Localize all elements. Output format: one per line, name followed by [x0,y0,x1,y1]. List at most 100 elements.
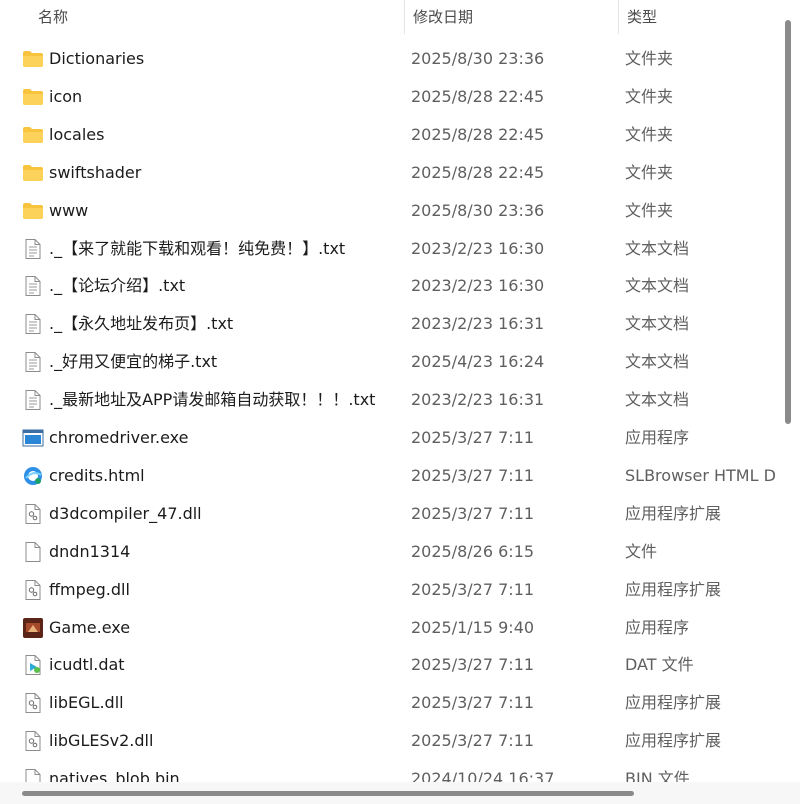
dll-file-icon [22,693,44,714]
browser-icon [22,466,44,486]
file-modified-date: 2025/3/27 7:11 [411,731,535,751]
file-row[interactable]: swiftshader 2025/8/28 22:45 文件夹 [0,154,778,192]
file-modified-date: 2024/10/24 16:37 [411,769,555,782]
file-row[interactable]: Game.exe 2025/1/15 9:40 应用程序 [0,609,778,647]
file-name: icon [49,86,83,106]
blank-file-icon [22,541,44,562]
file-modified-date: 2025/8/26 6:15 [411,541,535,561]
file-row[interactable]: ._最新地址及APP请发邮箱自动获取！！！.txt 2023/2/23 16:31… [0,381,778,419]
vertical-scrollbar-thumb[interactable] [785,20,791,424]
file-type: 文本文档 [625,276,690,296]
file-name: dndn1314 [49,541,131,561]
file-modified-date: 2025/3/27 7:11 [411,579,535,599]
file-name: libGLESv2.dll [49,731,154,751]
folder-icon [22,201,44,221]
file-name: libEGL.dll [49,693,124,713]
file-row[interactable]: ._好用又便宜的梯子.txt 2025/4/23 16:24 文本文档 [0,343,778,381]
exe-window-icon [22,428,44,448]
text-file-icon [22,276,44,297]
file-type: 应用程序扩展 [625,731,722,751]
dll-file-icon [22,731,44,752]
media-file-icon [22,655,44,676]
file-modified-date: 2025/8/28 22:45 [411,124,545,144]
file-name: swiftshader [49,162,142,182]
file-row[interactable]: natives_blob.bin 2024/10/24 16:37 BIN 文件 [0,760,778,782]
file-row[interactable]: dndn1314 2025/8/26 6:15 文件 [0,533,778,571]
column-header-type[interactable]: 类型 [618,0,778,34]
column-header-bar: ^ 名称 修改日期 类型 [0,0,778,34]
file-type: 应用程序扩展 [625,579,722,599]
file-row[interactable]: credits.html 2025/3/27 7:11 SLBrowser HTML… [0,457,778,495]
file-row[interactable]: www 2025/8/30 23:36 文件夹 [0,192,778,230]
file-modified-date: 2025/3/27 7:11 [411,465,535,485]
file-name: ._【论坛介绍】.txt [49,276,186,296]
column-header-date[interactable]: 修改日期 [404,0,616,34]
file-type: BIN 文件 [625,769,690,782]
file-row[interactable]: libEGL.dll 2025/3/27 7:11 应用程序扩展 [0,684,778,722]
file-type: 应用程序扩展 [625,693,722,713]
file-type: 文本文档 [625,314,690,334]
file-list: Dictionaries 2025/8/30 23:36 文件夹 icon 2025/8… [0,40,778,782]
file-row[interactable]: ffmpeg.dll 2025/3/27 7:11 应用程序扩展 [0,571,778,609]
file-row[interactable]: icon 2025/8/28 22:45 文件夹 [0,78,778,116]
file-row[interactable]: libGLESv2.dll 2025/3/27 7:11 应用程序扩展 [0,722,778,760]
folder-icon [22,125,44,145]
file-row[interactable]: locales 2025/8/28 22:45 文件夹 [0,116,778,154]
text-file-icon [22,352,44,373]
file-name: Game.exe [49,617,131,637]
file-name: ._最新地址及APP请发邮箱自动获取！！！.txt [49,390,376,410]
file-type: 应用程序 [625,428,690,447]
file-row[interactable]: ._【永久地址发布页】.txt 2023/2/23 16:31 文本文档 [0,305,778,343]
text-file-icon [22,390,44,411]
file-type: 文件夹 [625,124,674,144]
file-type: 文件夹 [625,49,674,68]
file-modified-date: 2025/4/23 16:24 [411,352,545,372]
text-file-icon [22,238,44,259]
file-modified-date: 2023/2/23 16:30 [411,238,545,258]
file-name: chromedriver.exe [49,428,189,447]
file-modified-date: 2023/2/23 16:30 [411,276,545,296]
file-name: d3dcompiler_47.dll [49,503,202,523]
column-header-name[interactable]: 名称 [30,0,402,34]
file-name: ffmpeg.dll [49,579,130,599]
file-name: Dictionaries [49,49,145,68]
file-type: 文件夹 [625,162,674,182]
file-row[interactable]: ._【论坛介绍】.txt 2023/2/23 16:30 文本文档 [0,267,778,305]
file-row[interactable]: icudtl.dat 2025/3/27 7:11 DAT 文件 [0,646,778,684]
text-file-icon [22,314,44,335]
file-row[interactable]: Dictionaries 2025/8/30 23:36 文件夹 [0,40,778,78]
dll-file-icon [22,579,44,600]
file-modified-date: 2025/8/28 22:45 [411,86,545,106]
file-type: 文件夹 [625,86,674,106]
file-name: ._好用又便宜的梯子.txt [49,352,218,372]
folder-icon [22,163,44,183]
horizontal-scrollbar-thumb[interactable] [22,791,634,796]
folder-icon [22,87,44,107]
file-type: 文件夹 [625,200,674,220]
game-app-icon [22,617,44,638]
file-row[interactable]: d3dcompiler_47.dll 2025/3/27 7:11 应用程序扩展 [0,495,778,533]
file-name: icudtl.dat [49,655,125,675]
file-modified-date: 2025/8/30 23:36 [411,49,545,68]
file-modified-date: 2025/3/27 7:11 [411,503,535,523]
file-type: 应用程序扩展 [625,503,722,523]
file-modified-date: 2025/3/27 7:11 [411,428,535,447]
dll-file-icon [22,503,44,524]
file-type: 文本文档 [625,390,690,410]
file-type: 文本文档 [625,238,690,258]
file-modified-date: 2025/1/15 9:40 [411,617,535,637]
blank-file-icon [22,769,44,782]
folder-icon [22,49,44,69]
file-name: credits.html [49,465,145,485]
file-modified-date: 2023/2/23 16:31 [411,390,545,410]
file-type: 应用程序 [625,617,690,637]
file-modified-date: 2025/3/27 7:11 [411,693,535,713]
file-name: locales [49,124,105,144]
file-modified-date: 2025/3/27 7:11 [411,655,535,675]
file-row[interactable]: chromedriver.exe 2025/3/27 7:11 应用程序 [0,419,778,457]
file-name: ._【永久地址发布页】.txt [49,314,234,334]
file-type: SLBrowser HTML D... [625,465,777,485]
file-row[interactable]: ._【来了就能下载和观看！纯免费！】.txt 2023/2/23 16:30 文本文… [0,230,778,268]
file-name: natives_blob.bin [49,769,180,782]
file-name: ._【来了就能下载和观看！纯免费！】.txt [49,238,346,258]
